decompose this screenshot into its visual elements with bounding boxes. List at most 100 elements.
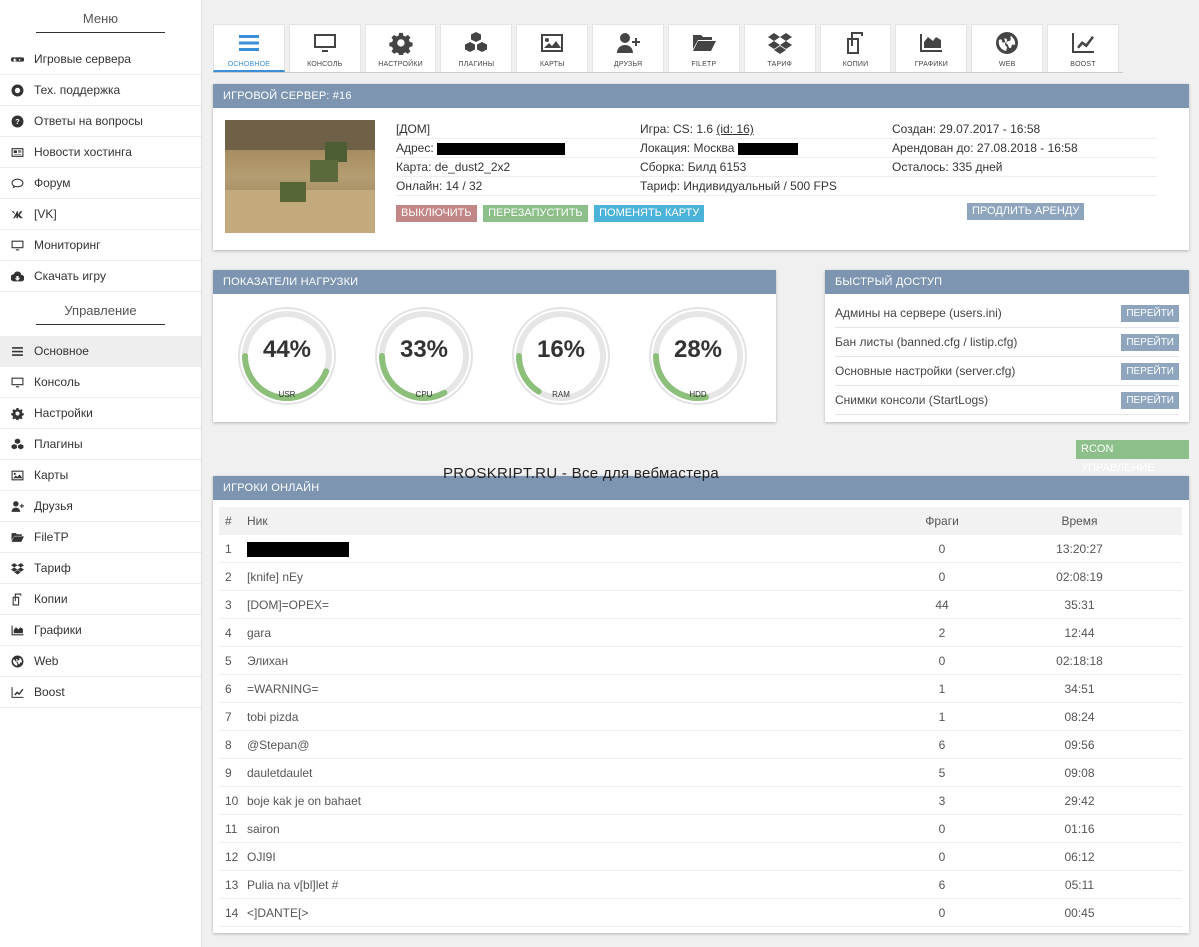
tab-label: ПЛАГИНЫ — [458, 61, 495, 68]
server-panel: ИГРОВОЙ СЕРВЕР: #16 [ДОМ] Адрес: Карта: … — [213, 84, 1189, 250]
server-build: Сборка: Билд 6153 — [640, 158, 892, 177]
sidebar-item-manage-1[interactable]: Консоль — [0, 367, 201, 398]
tab-2[interactable]: НАСТРОЙКИ — [364, 24, 437, 72]
tab-0[interactable]: ОСНОВНОЕ — [213, 24, 285, 72]
image-icon — [541, 34, 564, 52]
sidebar-item-manage-8[interactable]: Копии — [0, 584, 201, 615]
line-chart-icon — [1072, 33, 1095, 53]
user-plus-icon — [11, 500, 24, 512]
table-row: 10 boje kak je on bahaet 3 29:42 — [219, 787, 1182, 815]
tab-label: WEB — [998, 61, 1016, 68]
player-nick: <]DANTE[> — [247, 906, 309, 920]
line-chart-icon — [10, 685, 24, 699]
tab-1[interactable]: КОНСОЛЬ — [288, 24, 361, 72]
gauge-value: 28% — [673, 336, 723, 363]
sidebar-item-label: Плагины — [34, 437, 83, 451]
user-plus-icon — [10, 499, 24, 513]
tab-8[interactable]: КОПИИ — [819, 24, 892, 72]
rcon-button[interactable]: RCON УПРАВЛЕНИЕ — [1076, 440, 1189, 474]
tab-10[interactable]: WEB — [971, 24, 1044, 72]
player-frags: 1 — [938, 710, 946, 724]
tab-3[interactable]: ПЛАГИНЫ — [440, 24, 513, 72]
change-map-button[interactable]: ПОМЕНЯТЬ КАРТУ — [594, 205, 705, 222]
player-num: 10 — [225, 794, 239, 808]
server-actions: ВЫКЛЮЧИТЬ ПЕРЕЗАПУСТИТЬ ПОМЕНЯТЬ КАРТУ — [396, 203, 705, 222]
tab-label: КОНСОЛЬ — [307, 61, 343, 68]
sidebar-item-label: Друзья — [34, 499, 73, 513]
restart-button[interactable]: ПЕРЕЗАПУСТИТЬ — [483, 205, 588, 222]
stop-button[interactable]: ВЫКЛЮЧИТЬ — [396, 205, 477, 222]
player-frags: 44 — [935, 598, 949, 612]
sidebar-item-menu-6[interactable]: Мониторинг — [0, 230, 201, 261]
sidebar-item-manage-6[interactable]: FileTP — [0, 522, 201, 553]
folder-open-icon — [10, 530, 24, 544]
sidebar-item-menu-1[interactable]: Тех. поддержка — [0, 75, 201, 106]
gauge-label: USR — [278, 390, 296, 399]
sidebar-item-manage-9[interactable]: Графики — [0, 615, 201, 646]
game-id-link[interactable]: (id: 16) — [716, 122, 753, 136]
sidebar-item-label: Игровые сервера — [34, 52, 131, 66]
go-button[interactable]: ПЕРЕЙТИ — [1121, 363, 1179, 380]
server-map: Карта: de_dust2_2x2 — [396, 158, 640, 177]
player-num: 3 — [225, 598, 232, 612]
player-nick: Элихан — [247, 654, 289, 668]
sidebar-item-manage-7[interactable]: Тариф — [0, 553, 201, 584]
tab-label: ГРАФИКИ — [914, 61, 949, 68]
image-icon — [10, 468, 24, 482]
redacted-address — [437, 142, 566, 155]
sidebar-item-label: Копии — [34, 592, 68, 606]
quick-item-3: Снимки консоли (StartLogs) ПЕРЕЙТИ — [835, 386, 1179, 415]
player-frags: 0 — [938, 822, 946, 836]
tab-7[interactable]: ТАРИФ — [743, 24, 816, 72]
manage-title: Управление — [0, 292, 201, 336]
sidebar-item-menu-3[interactable]: Новости хостинга — [0, 137, 201, 168]
sidebar-item-label: Web — [34, 654, 59, 668]
tab-6[interactable]: FILETP — [667, 24, 740, 72]
sidebar-item-manage-10[interactable]: Web — [0, 646, 201, 677]
table-header: # Ник Фраги Время — [219, 507, 1182, 535]
gauge-cpu: 33% CPU — [374, 306, 474, 406]
sidebar-item-menu-2[interactable]: ? Ответы на вопросы — [0, 106, 201, 137]
sidebar-item-manage-5[interactable]: Друзья — [0, 491, 201, 522]
player-frags: 2 — [938, 626, 946, 640]
gauge-value: 33% — [399, 336, 449, 363]
sidebar-item-label: Карты — [34, 468, 69, 482]
player-time: 12:44 — [1064, 626, 1095, 640]
sidebar-item-label: Ответы на вопросы — [34, 114, 143, 128]
server-info-col-2: Игра: CS: 1.6 (id: 16) Локация: Москва С… — [640, 120, 892, 196]
tab-label: КОПИИ — [842, 61, 869, 68]
quick-title: БЫСТРЫЙ ДОСТУП — [825, 270, 1189, 294]
sidebar-item-manage-4[interactable]: Карты — [0, 460, 201, 491]
gamepad-icon — [10, 56, 24, 62]
sidebar-item-manage-11[interactable]: Boost — [0, 677, 201, 708]
go-button[interactable]: ПЕРЕЙТИ — [1121, 392, 1179, 409]
extend-rent-button[interactable]: ПРОДЛИТЬ АРЕНДУ — [967, 203, 1085, 220]
player-nick: OJI9I — [247, 850, 276, 864]
go-button[interactable]: ПЕРЕЙТИ — [1121, 334, 1179, 351]
tab-4[interactable]: КАРТЫ — [516, 24, 589, 72]
tab-5[interactable]: ДРУЗЬЯ — [592, 24, 664, 72]
redacted-ip — [737, 142, 798, 155]
sidebar-item-menu-4[interactable]: Форум — [0, 168, 201, 199]
sidebar-item-label: Настройки — [34, 406, 93, 420]
quick-item-label: Админы на сервере (users.ini) — [835, 306, 1002, 320]
players-table: # Ник Фраги Время 1 0 13:20:27 2 [knife] nEy 0 02:… — [219, 507, 1182, 927]
table-row: 12 OJI9I 0 06:12 — [219, 843, 1182, 871]
sidebar-item-menu-7[interactable]: Скачать игру — [0, 261, 201, 292]
sidebar-item-menu-5[interactable]: [VK] — [0, 199, 201, 230]
sidebar-item-menu-0[interactable]: Игровые сервера — [0, 44, 201, 75]
sidebar-item-label: Тех. поддержка — [34, 83, 121, 97]
sidebar-item-manage-2[interactable]: Настройки — [0, 398, 201, 429]
tab-9[interactable]: ГРАФИКИ — [895, 24, 968, 72]
player-frags: 0 — [938, 542, 946, 556]
sidebar-item-manage-3[interactable]: Плагины — [0, 429, 201, 460]
lifebuoy-icon — [11, 84, 23, 96]
tab-label: ТАРИФ — [767, 61, 793, 68]
sidebar-item-manage-0[interactable]: Основное — [0, 336, 201, 367]
tab-11[interactable]: BOOST — [1047, 24, 1119, 72]
cloud-download-icon — [10, 270, 24, 281]
player-nick: Pulia na v[bl]let # — [247, 878, 339, 892]
gauge-label: HDD — [689, 390, 707, 399]
folder-open-icon — [692, 35, 716, 51]
go-button[interactable]: ПЕРЕЙТИ — [1121, 305, 1179, 322]
